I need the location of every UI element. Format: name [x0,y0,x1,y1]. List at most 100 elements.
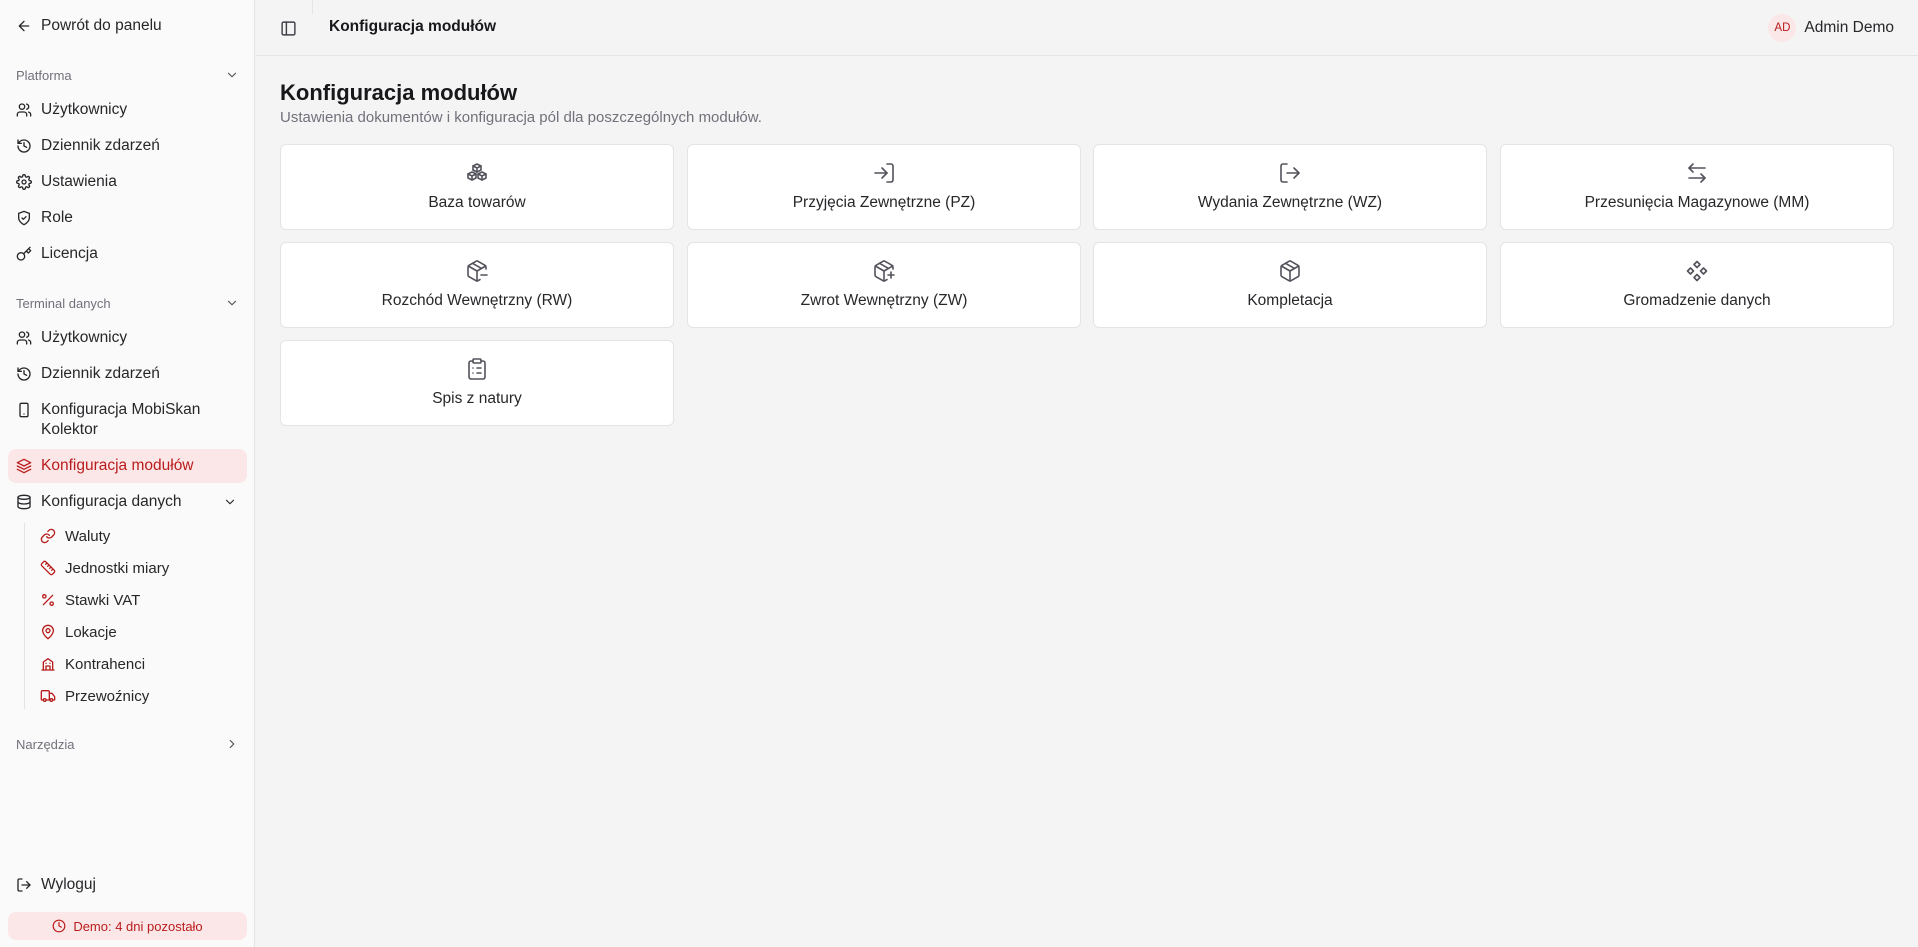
gear-icon [16,174,32,190]
module-card-rw[interactable]: Rozchód Wewnętrzny (RW) [280,242,674,328]
sidebar-subitem-label: Przewoźnicy [65,687,150,705]
sidebar-item-platform-event-log[interactable]: Dziennik zdarzeń [8,129,247,163]
sidebar-item-data-config[interactable]: Konfiguracja danych [8,485,247,519]
sidebar-item-label: Role [41,209,73,226]
module-card-label: Przesunięcia Magazynowe (MM) [1584,194,1810,211]
percent-icon [40,592,56,608]
header-divider [312,0,313,14]
sidebar-item-carriers[interactable]: Przewoźnicy [32,681,247,711]
sidebar-subitem-label: Waluty [65,527,111,545]
submenu-divider [24,523,25,709]
module-card-label: Kompletacja [1247,292,1333,309]
back-to-panel-label: Powrót do panelu [41,17,162,34]
sidebar-item-locations[interactable]: Lokacje [32,617,247,647]
back-to-panel-link[interactable]: Powrót do panelu [8,9,247,43]
sidebar-item-mobiskan-config[interactable]: Konfiguracja MobiSkan Kolektor [8,396,247,442]
chevron-right-icon [229,739,235,749]
users-icon [16,102,32,118]
arrow-left-right-icon [1685,161,1709,185]
sidebar-item-settings[interactable]: Ustawienia [8,165,247,199]
header-title: Konfiguracja modułów [329,18,497,35]
clock-icon [52,919,66,933]
page-title: Konfiguracja modułów [280,80,518,105]
sidebar-item-terminal-users[interactable]: Użytkownicy [8,321,247,355]
package-plus-icon [872,259,896,283]
chevron-down-icon [225,499,235,505]
sidebar-item-license[interactable]: Licencja [8,237,247,271]
sidebar-subitem-label: Stawki VAT [65,591,141,609]
section-terminal[interactable]: Terminal danych [8,292,247,314]
sidebar-item-label: Konfiguracja MobiSkan Kolektor [41,401,201,438]
layers-icon [16,458,32,474]
users-icon [16,330,32,346]
chevron-down-icon [227,300,237,306]
module-card-label: Gromadzenie danych [1623,292,1771,309]
panel-left-icon [280,20,296,36]
sidebar-item-roles[interactable]: Role [8,201,247,235]
database-icon [16,494,32,510]
package-icon [1278,259,1302,283]
module-card-label: Baza towarów [428,194,526,211]
link-icon [40,528,56,544]
sidebar-item-units[interactable]: Jednostki miary [32,553,247,583]
logout-button[interactable]: Wyloguj [8,868,247,902]
module-card-pz[interactable]: Przyjęcia Zewnętrzne (PZ) [687,144,1081,230]
avatar: AD [1768,14,1797,42]
sidebar-subitem-label: Lokacje [65,623,117,641]
diamonds-icon [1685,259,1709,283]
top-bar: Konfiguracja modułów AD Admin Demo [256,0,1918,56]
sidebar-item-label: Ustawienia [41,173,117,190]
sidebar-item-vat-rates[interactable]: Stawki VAT [32,585,247,615]
module-card-label: Rozchód Wewnętrzny (RW) [381,292,573,309]
module-card-label: Wydania Zewnętrzne (WZ) [1197,194,1383,211]
sidebar-toggle-button[interactable] [278,18,298,38]
sidebar-item-label: Konfiguracja modułów [41,457,194,474]
demo-remaining-text: Demo: 4 dni pozostało [73,918,203,934]
chevron-down-icon [227,72,237,78]
module-card-kompletacja[interactable]: Kompletacja [1093,242,1487,328]
module-card-data-gathering[interactable]: Gromadzenie danych [1500,242,1894,328]
sidebar-item-label: Licencja [41,245,98,262]
package-minus-icon [465,259,489,283]
section-narzedzia[interactable]: Narzędzia [8,733,247,755]
key-icon [16,246,32,262]
sidebar-item-label: Użytkownicy [41,101,128,118]
module-card-product-base[interactable]: Baza towarów [280,144,674,230]
module-card-label: Zwrot Wewnętrzny (ZW) [800,292,968,309]
sidebar-item-platform-users[interactable]: Użytkownicy [8,93,247,127]
user-menu[interactable]: AD Admin Demo [1768,14,1894,42]
sidebar-item-contractors[interactable]: Kontrahenci [32,649,247,679]
section-platforma[interactable]: Platforma [8,64,247,86]
log-in-icon [872,161,896,185]
sidebar-item-label: Konfiguracja danych [41,493,182,510]
sidebar: Powrót do panelu Platforma Użytkownicy D… [0,0,255,947]
module-card-label: Przyjęcia Zewnętrzne (PZ) [792,194,976,211]
module-card-mm[interactable]: Przesunięcia Magazynowe (MM) [1500,144,1894,230]
module-card-zw[interactable]: Zwrot Wewnętrzny (ZW) [687,242,1081,328]
map-pin-icon [40,624,56,640]
logout-label: Wyloguj [41,876,96,893]
sidebar-subitem-label: Jednostki miary [65,559,170,577]
sidebar-item-label: Dziennik zdarzeń [41,137,160,154]
section-narzedzia-title: Narzędzia [16,736,75,752]
sidebar-item-currencies[interactable]: Waluty [32,521,247,551]
log-out-icon [16,877,32,893]
sidebar-item-terminal-event-log[interactable]: Dziennik zdarzeń [8,357,247,391]
sidebar-subitem-label: Kontrahenci [65,655,146,673]
smartphone-icon [16,402,32,418]
boxes-icon [465,161,489,185]
section-terminal-title: Terminal danych [16,295,111,311]
module-card-label: Spis z natury [432,390,522,407]
truck-icon [40,688,56,704]
ruler-icon [40,560,56,576]
shield-icon [16,210,32,226]
arrow-left-icon [16,18,32,34]
module-card-wz[interactable]: Wydania Zewnętrzne (WZ) [1093,144,1487,230]
module-card-stocktaking[interactable]: Spis z natury [280,340,674,426]
sidebar-item-module-config[interactable]: Konfiguracja modułów [8,449,247,483]
section-platforma-title: Platforma [16,67,72,83]
sidebar-item-label: Użytkownicy [41,329,128,346]
log-out-icon [1278,161,1302,185]
demo-remaining-badge: Demo: 4 dni pozostało [8,912,247,940]
history-icon [16,366,32,382]
